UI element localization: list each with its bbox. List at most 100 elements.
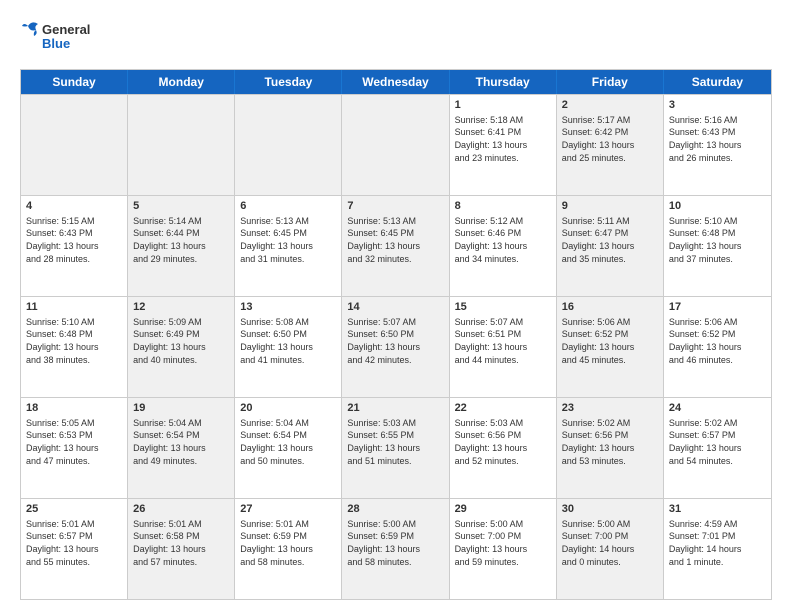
cal-day-18: 18Sunrise: 5:05 AM Sunset: 6:53 PM Dayli…	[21, 398, 128, 498]
day-info: Sunrise: 5:04 AM Sunset: 6:54 PM Dayligh…	[240, 417, 336, 467]
calendar: SundayMondayTuesdayWednesdayThursdayFrid…	[20, 69, 772, 600]
day-number: 12	[133, 300, 229, 315]
day-number: 25	[26, 502, 122, 517]
page-header: General Blue	[20, 16, 772, 61]
calendar-page: General Blue SundayMondayTuesdayWednesda…	[0, 0, 792, 612]
day-info: Sunrise: 5:14 AM Sunset: 6:44 PM Dayligh…	[133, 215, 229, 265]
cal-week-2: 4Sunrise: 5:15 AM Sunset: 6:43 PM Daylig…	[21, 195, 771, 296]
day-info: Sunrise: 5:07 AM Sunset: 6:51 PM Dayligh…	[455, 316, 551, 366]
day-info: Sunrise: 5:00 AM Sunset: 7:00 PM Dayligh…	[455, 518, 551, 568]
day-info: Sunrise: 5:12 AM Sunset: 6:46 PM Dayligh…	[455, 215, 551, 265]
cal-day-15: 15Sunrise: 5:07 AM Sunset: 6:51 PM Dayli…	[450, 297, 557, 397]
day-number: 2	[562, 98, 658, 113]
day-number: 4	[26, 199, 122, 214]
cal-day-11: 11Sunrise: 5:10 AM Sunset: 6:48 PM Dayli…	[21, 297, 128, 397]
day-info: Sunrise: 5:01 AM Sunset: 6:59 PM Dayligh…	[240, 518, 336, 568]
cal-day-5: 5Sunrise: 5:14 AM Sunset: 6:44 PM Daylig…	[128, 196, 235, 296]
day-info: Sunrise: 5:05 AM Sunset: 6:53 PM Dayligh…	[26, 417, 122, 467]
cal-header-monday: Monday	[128, 70, 235, 94]
day-number: 20	[240, 401, 336, 416]
cal-day-23: 23Sunrise: 5:02 AM Sunset: 6:56 PM Dayli…	[557, 398, 664, 498]
day-number: 6	[240, 199, 336, 214]
day-info: Sunrise: 5:09 AM Sunset: 6:49 PM Dayligh…	[133, 316, 229, 366]
cal-day-28: 28Sunrise: 5:00 AM Sunset: 6:59 PM Dayli…	[342, 499, 449, 599]
cal-day-8: 8Sunrise: 5:12 AM Sunset: 6:46 PM Daylig…	[450, 196, 557, 296]
day-number: 22	[455, 401, 551, 416]
day-number: 18	[26, 401, 122, 416]
day-info: Sunrise: 5:00 AM Sunset: 6:59 PM Dayligh…	[347, 518, 443, 568]
cal-header-friday: Friday	[557, 70, 664, 94]
day-info: Sunrise: 5:17 AM Sunset: 6:42 PM Dayligh…	[562, 114, 658, 164]
cal-day-empty	[128, 95, 235, 195]
cal-day-7: 7Sunrise: 5:13 AM Sunset: 6:45 PM Daylig…	[342, 196, 449, 296]
cal-day-29: 29Sunrise: 5:00 AM Sunset: 7:00 PM Dayli…	[450, 499, 557, 599]
day-info: Sunrise: 5:04 AM Sunset: 6:54 PM Dayligh…	[133, 417, 229, 467]
cal-day-24: 24Sunrise: 5:02 AM Sunset: 6:57 PM Dayli…	[664, 398, 771, 498]
cal-header-wednesday: Wednesday	[342, 70, 449, 94]
cal-header-thursday: Thursday	[450, 70, 557, 94]
day-number: 7	[347, 199, 443, 214]
calendar-header-row: SundayMondayTuesdayWednesdayThursdayFrid…	[21, 70, 771, 94]
day-info: Sunrise: 5:03 AM Sunset: 6:56 PM Dayligh…	[455, 417, 551, 467]
cal-day-19: 19Sunrise: 5:04 AM Sunset: 6:54 PM Dayli…	[128, 398, 235, 498]
cal-day-1: 1Sunrise: 5:18 AM Sunset: 6:41 PM Daylig…	[450, 95, 557, 195]
cal-day-empty	[342, 95, 449, 195]
cal-day-27: 27Sunrise: 5:01 AM Sunset: 6:59 PM Dayli…	[235, 499, 342, 599]
day-number: 13	[240, 300, 336, 315]
day-info: Sunrise: 5:15 AM Sunset: 6:43 PM Dayligh…	[26, 215, 122, 265]
cal-day-17: 17Sunrise: 5:06 AM Sunset: 6:52 PM Dayli…	[664, 297, 771, 397]
day-number: 17	[669, 300, 766, 315]
cal-day-3: 3Sunrise: 5:16 AM Sunset: 6:43 PM Daylig…	[664, 95, 771, 195]
day-number: 27	[240, 502, 336, 517]
day-number: 26	[133, 502, 229, 517]
day-number: 31	[669, 502, 766, 517]
day-info: Sunrise: 5:13 AM Sunset: 6:45 PM Dayligh…	[347, 215, 443, 265]
day-number: 14	[347, 300, 443, 315]
day-info: Sunrise: 5:01 AM Sunset: 6:58 PM Dayligh…	[133, 518, 229, 568]
cal-day-2: 2Sunrise: 5:17 AM Sunset: 6:42 PM Daylig…	[557, 95, 664, 195]
day-info: Sunrise: 5:02 AM Sunset: 6:56 PM Dayligh…	[562, 417, 658, 467]
day-info: Sunrise: 4:59 AM Sunset: 7:01 PM Dayligh…	[669, 518, 766, 568]
cal-day-14: 14Sunrise: 5:07 AM Sunset: 6:50 PM Dayli…	[342, 297, 449, 397]
day-number: 29	[455, 502, 551, 517]
day-info: Sunrise: 5:18 AM Sunset: 6:41 PM Dayligh…	[455, 114, 551, 164]
day-number: 28	[347, 502, 443, 517]
day-info: Sunrise: 5:07 AM Sunset: 6:50 PM Dayligh…	[347, 316, 443, 366]
day-number: 8	[455, 199, 551, 214]
cal-day-16: 16Sunrise: 5:06 AM Sunset: 6:52 PM Dayli…	[557, 297, 664, 397]
day-info: Sunrise: 5:10 AM Sunset: 6:48 PM Dayligh…	[669, 215, 766, 265]
cal-day-22: 22Sunrise: 5:03 AM Sunset: 6:56 PM Dayli…	[450, 398, 557, 498]
cal-day-6: 6Sunrise: 5:13 AM Sunset: 6:45 PM Daylig…	[235, 196, 342, 296]
logo-svg: General Blue	[20, 16, 110, 61]
cal-week-5: 25Sunrise: 5:01 AM Sunset: 6:57 PM Dayli…	[21, 498, 771, 599]
cal-day-empty	[21, 95, 128, 195]
cal-day-21: 21Sunrise: 5:03 AM Sunset: 6:55 PM Dayli…	[342, 398, 449, 498]
day-info: Sunrise: 5:08 AM Sunset: 6:50 PM Dayligh…	[240, 316, 336, 366]
day-number: 15	[455, 300, 551, 315]
day-info: Sunrise: 5:16 AM Sunset: 6:43 PM Dayligh…	[669, 114, 766, 164]
cal-week-4: 18Sunrise: 5:05 AM Sunset: 6:53 PM Dayli…	[21, 397, 771, 498]
day-info: Sunrise: 5:06 AM Sunset: 6:52 PM Dayligh…	[669, 316, 766, 366]
day-info: Sunrise: 5:11 AM Sunset: 6:47 PM Dayligh…	[562, 215, 658, 265]
day-info: Sunrise: 5:02 AM Sunset: 6:57 PM Dayligh…	[669, 417, 766, 467]
cal-day-30: 30Sunrise: 5:00 AM Sunset: 7:00 PM Dayli…	[557, 499, 664, 599]
day-info: Sunrise: 5:13 AM Sunset: 6:45 PM Dayligh…	[240, 215, 336, 265]
cal-day-empty	[235, 95, 342, 195]
cal-day-12: 12Sunrise: 5:09 AM Sunset: 6:49 PM Dayli…	[128, 297, 235, 397]
cal-header-sunday: Sunday	[21, 70, 128, 94]
day-number: 19	[133, 401, 229, 416]
cal-day-9: 9Sunrise: 5:11 AM Sunset: 6:47 PM Daylig…	[557, 196, 664, 296]
day-number: 16	[562, 300, 658, 315]
day-number: 5	[133, 199, 229, 214]
cal-week-3: 11Sunrise: 5:10 AM Sunset: 6:48 PM Dayli…	[21, 296, 771, 397]
calendar-body: 1Sunrise: 5:18 AM Sunset: 6:41 PM Daylig…	[21, 94, 771, 599]
day-number: 10	[669, 199, 766, 214]
svg-text:General: General	[42, 22, 90, 37]
day-number: 9	[562, 199, 658, 214]
day-number: 3	[669, 98, 766, 113]
day-number: 1	[455, 98, 551, 113]
logo: General Blue	[20, 16, 110, 61]
cal-day-31: 31Sunrise: 4:59 AM Sunset: 7:01 PM Dayli…	[664, 499, 771, 599]
cal-week-1: 1Sunrise: 5:18 AM Sunset: 6:41 PM Daylig…	[21, 94, 771, 195]
day-info: Sunrise: 5:03 AM Sunset: 6:55 PM Dayligh…	[347, 417, 443, 467]
